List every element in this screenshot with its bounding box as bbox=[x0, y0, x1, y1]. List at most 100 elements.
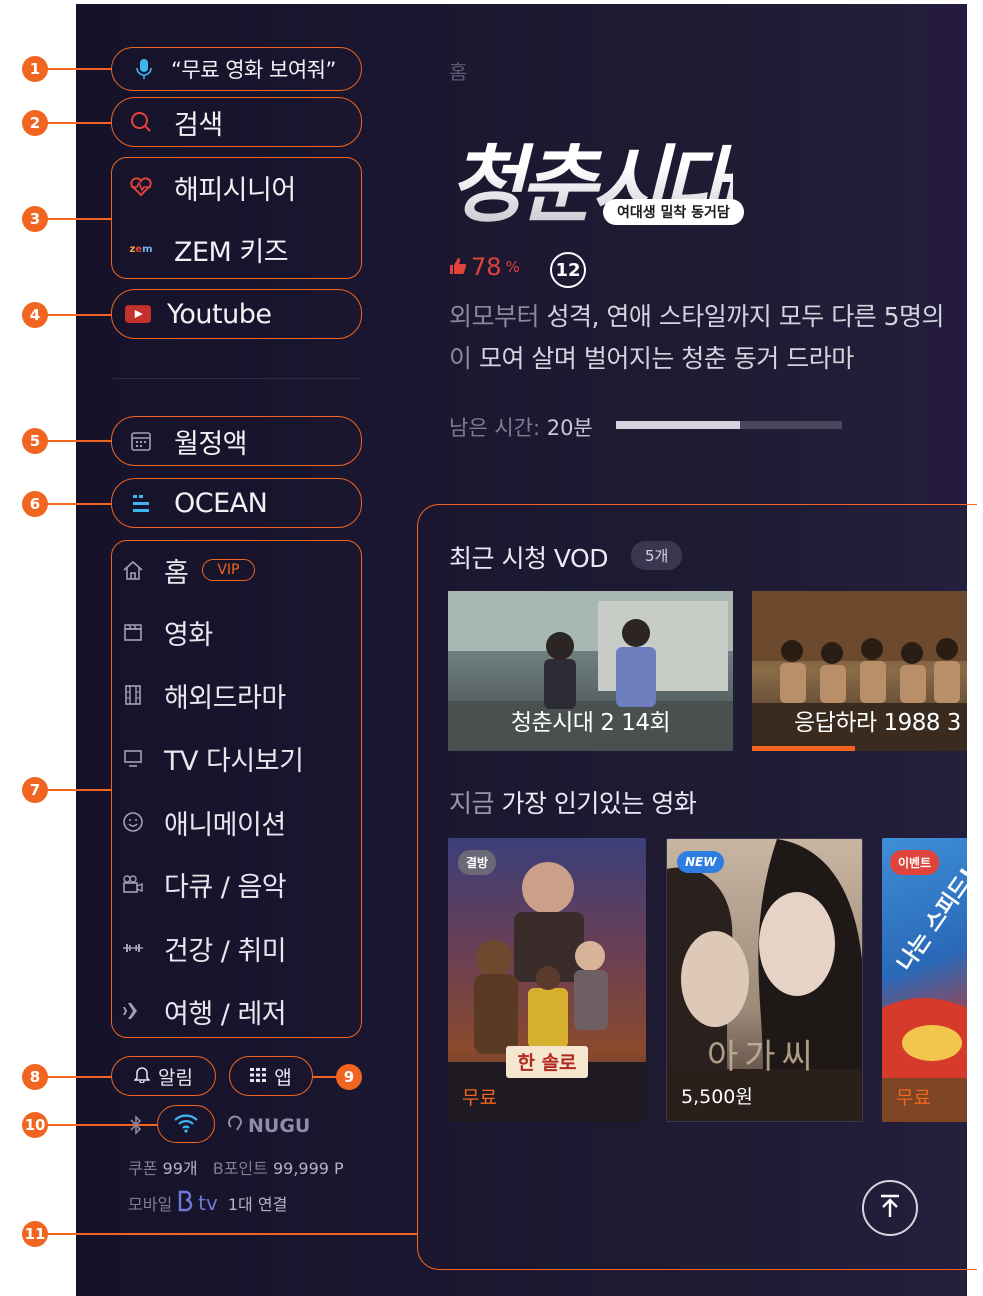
zem-kids-button[interactable]: zem ZEM 키즈 bbox=[128, 229, 288, 269]
callout-marker: 2 bbox=[22, 110, 48, 136]
app-button[interactable]: 앱 bbox=[229, 1056, 313, 1096]
home-icon bbox=[120, 559, 146, 581]
search-button[interactable]: 검색 bbox=[128, 104, 223, 141]
film-icon bbox=[120, 684, 146, 706]
annotated-screenshot: “무료 영화 보여줘” 검색 해피시니어 zem ZEM 키즈 Youtube … bbox=[0, 0, 983, 1296]
thumbs-up-icon bbox=[449, 253, 467, 281]
poster-title: 아가씨 bbox=[707, 1037, 819, 1077]
desc-line2-dim: 이 bbox=[449, 344, 472, 373]
btv-label: tv bbox=[198, 1191, 218, 1215]
age-rating-badge: 12 bbox=[550, 252, 586, 288]
menu-item-label: 해외드라마 bbox=[164, 682, 286, 714]
menu-item-label: 애니메이션 bbox=[164, 809, 286, 841]
search-icon bbox=[128, 111, 154, 133]
like-percent: 78 bbox=[471, 253, 502, 281]
monitor-icon bbox=[120, 747, 146, 769]
zem-logo-icon: zem bbox=[129, 243, 153, 255]
voice-hint-text: “무료 영화 보여줘” bbox=[171, 58, 336, 82]
menu-item-health-hobby[interactable]: 건강 / 취미 bbox=[120, 928, 287, 968]
airplane-icon bbox=[120, 1000, 146, 1022]
wifi-icon[interactable] bbox=[172, 1112, 200, 1138]
youtube-button[interactable]: Youtube bbox=[125, 295, 272, 333]
breadcrumb: 홈 bbox=[449, 60, 468, 84]
clapperboard-icon bbox=[120, 621, 146, 643]
leader-line bbox=[36, 1233, 418, 1235]
grid-icon bbox=[250, 1065, 267, 1087]
recent-vod-title: 청춘시대 2 14회 bbox=[510, 710, 671, 736]
voice-hint[interactable]: “무료 영화 보여줘” bbox=[131, 52, 336, 86]
menu-item-label: 다큐 / 음악 bbox=[164, 871, 287, 903]
alarm-label: 알림 bbox=[158, 1066, 193, 1089]
bpoint-value: 99,999 P bbox=[272, 1159, 344, 1178]
poster-badge: NEW bbox=[677, 851, 725, 873]
menu-item-animation[interactable]: 애니메이션 bbox=[120, 802, 286, 842]
callout-marker: 3 bbox=[22, 206, 48, 232]
nugu-logo-icon bbox=[228, 1113, 244, 1138]
recent-vod-card[interactable]: 응답하라 1988 3 bbox=[752, 591, 967, 751]
watch-progress-bar bbox=[616, 421, 842, 429]
movie-poster-card[interactable]: 아가씨 NEW 5,500원 bbox=[666, 838, 863, 1122]
camera-icon bbox=[120, 873, 146, 895]
poster-title: 한 솔로 bbox=[517, 1052, 577, 1074]
callout-marker: 5 bbox=[22, 428, 48, 454]
recent-vod-title: 응답하라 1988 3 bbox=[794, 710, 961, 736]
popular-title-dim: 지금 bbox=[449, 789, 495, 818]
dumbbell-icon bbox=[120, 937, 146, 959]
smile-icon bbox=[120, 811, 146, 833]
popular-movies-title: 지금 가장 인기있는 영화 bbox=[449, 784, 697, 820]
recent-vod-count: 5개 bbox=[631, 541, 683, 570]
alarm-button[interactable]: 알림 bbox=[111, 1056, 216, 1096]
vip-badge: VIP bbox=[202, 559, 255, 581]
recent-vod-card[interactable]: 청춘시대 2 14회 bbox=[448, 591, 733, 751]
btv-logo-icon bbox=[176, 1190, 194, 1216]
title-logo-subtitle: 여대생 밀착 동거담 bbox=[603, 199, 744, 225]
coupon-label: 쿠폰 bbox=[128, 1159, 158, 1178]
menu-item-docu-music[interactable]: 다큐 / 음악 bbox=[120, 864, 287, 904]
menu-item-travel-leisure[interactable]: 여행 / 레저 bbox=[120, 991, 287, 1031]
ocean-button[interactable]: OCEAN bbox=[128, 484, 268, 522]
callout-marker: 7 bbox=[22, 777, 48, 803]
movie-poster-card[interactable]: 한 솔로 결방 무료 bbox=[448, 838, 646, 1122]
calendar-icon bbox=[128, 430, 154, 452]
like-percent-unit: % bbox=[505, 258, 520, 276]
menu-item-label: 여행 / 레저 bbox=[164, 998, 287, 1030]
poster-art-2 bbox=[667, 839, 862, 1121]
menu-item-label: 영화 bbox=[164, 619, 213, 651]
callout-marker: 8 bbox=[22, 1064, 48, 1090]
recent-vod-title: 최근 시청 VOD bbox=[449, 544, 609, 573]
ocean-label: OCEAN bbox=[174, 487, 268, 519]
sidebar-divider bbox=[113, 378, 359, 379]
menu-item-foreign-drama[interactable]: 해외드라마 bbox=[120, 675, 286, 715]
search-label: 검색 bbox=[174, 109, 223, 141]
zem-kids-label: ZEM 키즈 bbox=[174, 236, 289, 268]
scroll-top-button[interactable] bbox=[862, 1180, 918, 1236]
bpoint-label: B포인트 bbox=[212, 1159, 268, 1178]
menu-item-home[interactable]: 홈 VIP bbox=[120, 550, 255, 590]
menu-item-movies[interactable]: 영화 bbox=[120, 612, 213, 652]
recent-vod-progress bbox=[752, 746, 856, 751]
arrow-up-icon bbox=[878, 1193, 902, 1223]
desc-line1: 성격, 연애 스타일까지 모두 다른 5명의 bbox=[539, 302, 945, 331]
nugu-status: NUGU bbox=[228, 1113, 310, 1138]
mobile-label: 모바일 bbox=[128, 1195, 173, 1214]
bell-icon bbox=[133, 1065, 151, 1088]
remaining-label: 남은 시간: bbox=[449, 416, 541, 440]
menu-item-label: 건강 / 취미 bbox=[164, 935, 287, 967]
monthly-button[interactable]: 월정액 bbox=[128, 422, 248, 460]
popular-title-main: 가장 인기있는 영화 bbox=[494, 789, 697, 818]
callout-marker: 4 bbox=[22, 302, 48, 328]
movie-poster-card[interactable]: 나는 스피드! 나는 스피드! 이벤트 무료 bbox=[882, 838, 967, 1122]
desc-line2: 모여 살며 벌어지는 청춘 동거 드라마 bbox=[471, 344, 854, 373]
callout-marker: 1 bbox=[22, 56, 48, 82]
points-row: 쿠폰 99개 B포인트 99,999 P bbox=[128, 1155, 344, 1179]
poster-badge: 이벤트 bbox=[890, 850, 940, 875]
poster-art-1 bbox=[448, 862, 646, 1122]
desc-line1-dim: 외모부터 bbox=[449, 302, 540, 331]
happy-senior-button[interactable]: 해피시니어 bbox=[128, 167, 296, 207]
poster-badge: 결방 bbox=[458, 850, 497, 875]
hero-description: 외모부터 성격, 연애 스타일까지 모두 다른 5명의 이 모여 살며 벌어지는… bbox=[449, 296, 945, 380]
menu-item-tv-replay[interactable]: TV 다시보기 bbox=[120, 738, 304, 778]
ocean-logo-icon bbox=[128, 492, 154, 514]
watch-progress-fill bbox=[616, 421, 741, 429]
app-label: 앱 bbox=[274, 1066, 292, 1089]
